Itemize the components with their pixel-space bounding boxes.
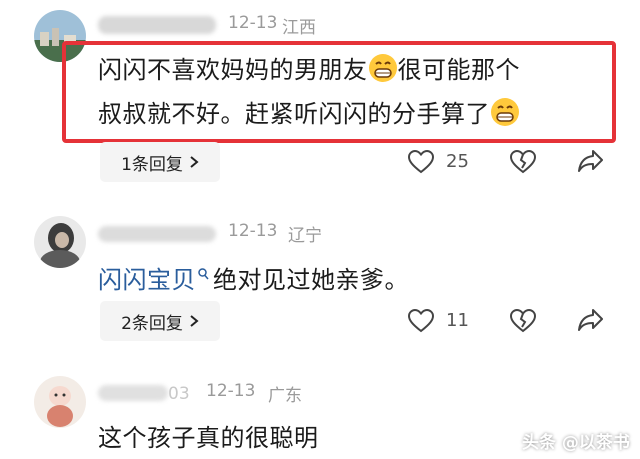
comment-location: 辽宁 [288,226,322,246]
like-heart-icon[interactable] [408,309,434,333]
view-replies-button[interactable]: 1条回复 [100,142,220,182]
dislike-broken-heart-icon[interactable] [510,309,536,333]
comment-date: 12-13 [228,221,278,241]
reply-count-label: 1条回复 [121,154,183,175]
search-icon [198,258,209,286]
grinning-emoji-icon [368,53,398,89]
chevron-right-icon [189,314,199,328]
watermark: 头条 @以茶书 [522,433,630,453]
comment-text-part: 绝对见过她亲爹。 [213,266,409,294]
username-blurred [98,226,216,242]
username-blurred: 03 [98,384,190,404]
username-blurred [98,16,216,34]
grinning-emoji-icon [490,97,520,133]
comment-text-part: 叔叔就不好。赶紧听闪闪的分手算了 [98,100,490,128]
comment-text: 闪闪不喜欢妈妈的男朋友 很可能那个 [98,50,520,89]
comment-text-part: 很可能那个 [397,56,520,84]
comment-text: 闪闪宝贝 绝对见过她亲爹。 [98,258,409,295]
like-heart-icon[interactable] [408,150,434,174]
avatar[interactable] [34,216,86,268]
comment-text-part: 闪闪不喜欢妈妈的男朋友 [98,56,368,84]
comment-text-line2: 叔叔就不好。赶紧听闪闪的分手算了 [98,94,520,133]
reply-count-label: 2条回复 [121,313,183,334]
dislike-broken-heart-icon[interactable] [510,150,536,174]
comment-location: 广东 [268,386,302,406]
username-fragment: 03 [168,384,190,404]
comment-location: 江西 [282,18,316,38]
comment-text: 这个孩子真的很聪明 [98,424,319,452]
avatar[interactable] [34,376,86,428]
username-mask [98,385,168,401]
share-icon[interactable] [578,149,604,173]
chevron-right-icon [189,155,199,169]
comment-date: 12-13 [206,381,256,401]
like-count: 11 [446,310,469,331]
mention-link[interactable]: 闪闪宝贝 [98,266,196,294]
share-icon[interactable] [578,308,604,332]
view-replies-button[interactable]: 2条回复 [100,301,220,341]
like-count: 25 [446,151,469,172]
comment-date: 12-13 [228,13,278,33]
